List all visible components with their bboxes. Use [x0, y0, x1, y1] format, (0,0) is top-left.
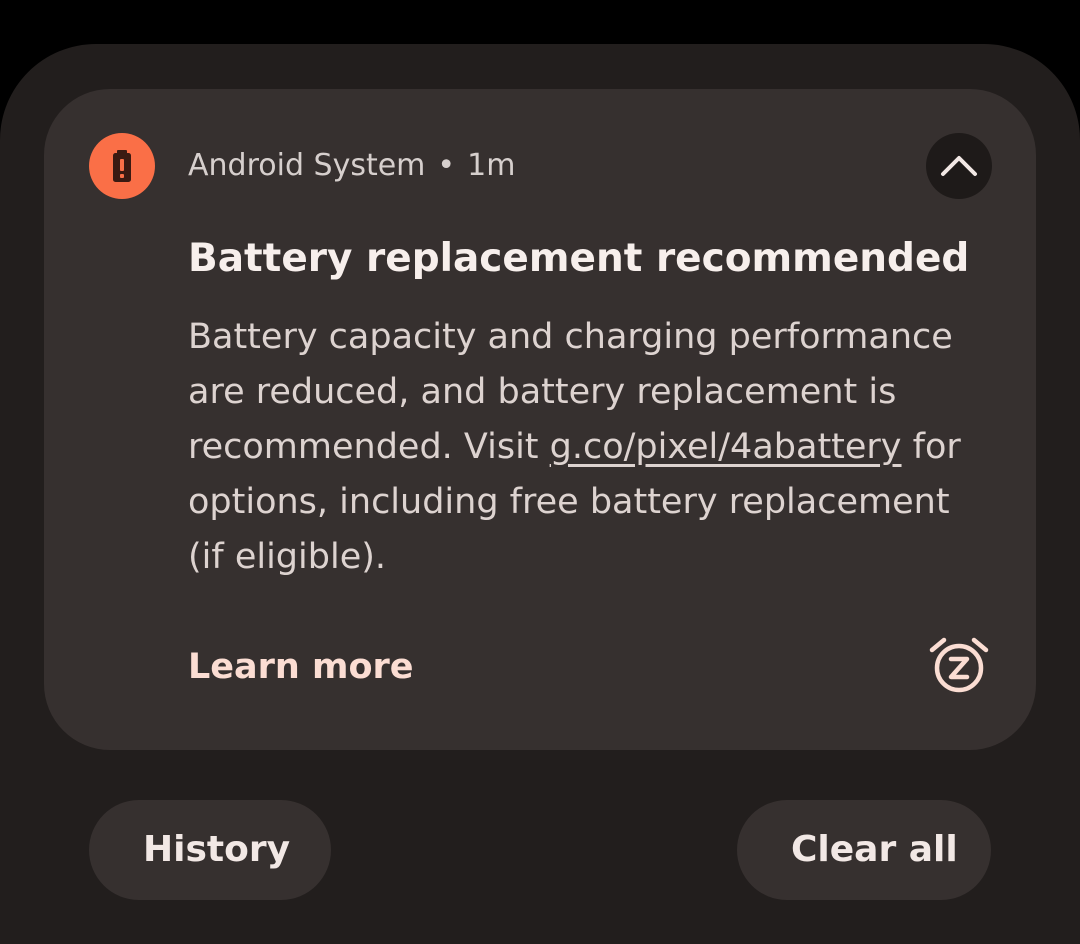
battery-info-link[interactable]: g.co/pixel/4abattery	[550, 427, 902, 467]
notification-title: Battery replacement recommended	[188, 236, 970, 281]
chevron-up-icon	[941, 156, 977, 176]
clear-all-button[interactable]: Clear all	[737, 800, 991, 900]
notification-header: Android System • 1m	[188, 147, 515, 185]
header-separator: •	[437, 148, 456, 183]
history-button[interactable]: History	[89, 800, 331, 900]
snooze-alarm-icon[interactable]	[928, 634, 990, 696]
notification-body: Battery capacity and charging performanc…	[188, 310, 988, 585]
collapse-button[interactable]	[926, 133, 992, 199]
learn-more-button[interactable]: Learn more	[188, 644, 414, 690]
history-label: History	[143, 829, 291, 870]
app-name: Android System	[188, 148, 426, 183]
notification-time: 1m	[467, 148, 516, 183]
clear-all-label: Clear all	[791, 829, 958, 870]
battery-alert-icon	[89, 133, 155, 199]
notification-card[interactable]: Android System • 1m Battery replacement re…	[44, 89, 1036, 750]
